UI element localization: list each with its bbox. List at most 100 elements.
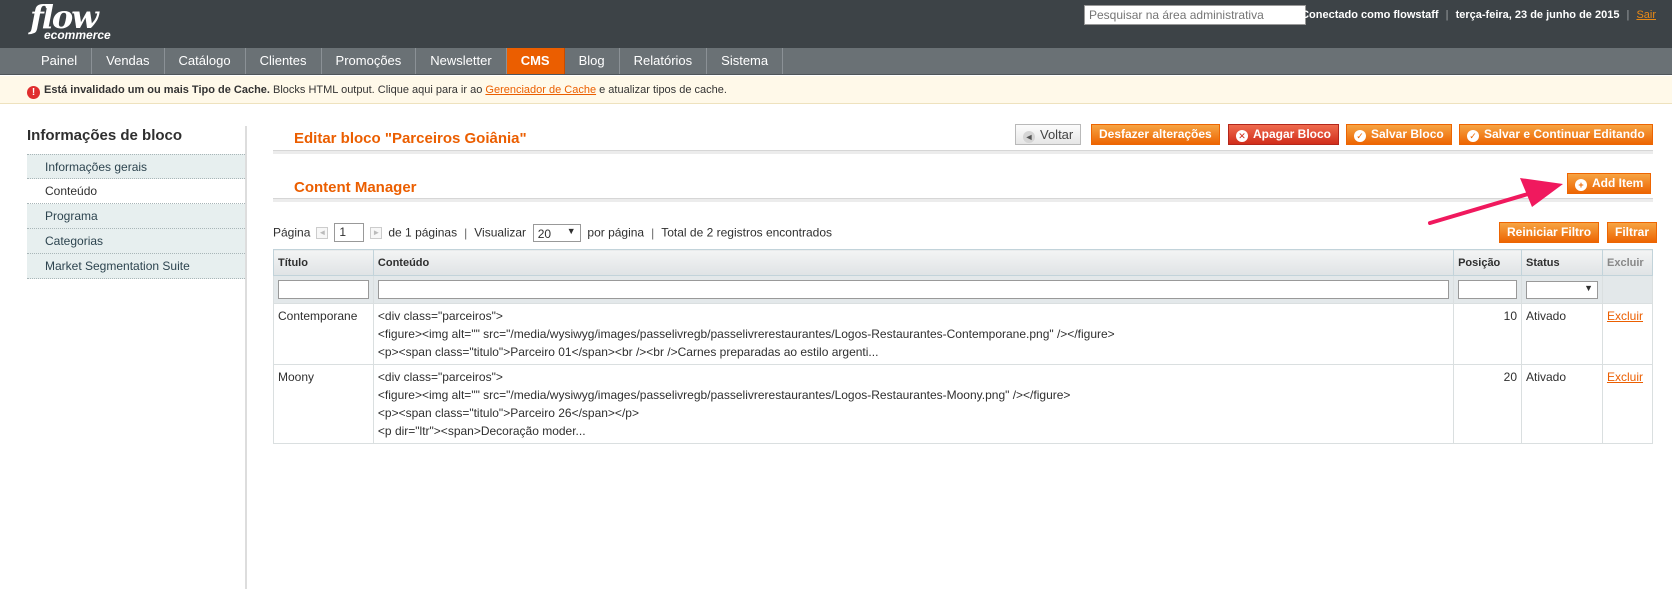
page-title: Editar bloco "Parceiros Goiânia" [294, 130, 527, 147]
content-line: <p><span class="titulo">Parceiro 26</spa… [377, 406, 639, 420]
row-status: Ativado [1521, 303, 1603, 365]
title-divider [273, 150, 1653, 154]
logo-text-ecommerce: ecommerce [44, 28, 111, 42]
column-header-excluir: Excluir [1602, 249, 1653, 276]
per-page-value: 20 [537, 226, 552, 241]
filter-position-input[interactable] [1458, 280, 1517, 299]
chevron-down-icon: ▼ [566, 225, 576, 236]
filter-title-input[interactable] [278, 280, 369, 299]
separator: | [1626, 9, 1630, 21]
delete-button-label: Apagar Bloco [1253, 127, 1332, 141]
column-header-titulo[interactable]: Título [273, 249, 374, 276]
flow-ecommerce-logo[interactable]: flow ecommerce [30, 1, 111, 42]
filter-status-select[interactable]: ▼ [1526, 280, 1598, 299]
row-position: 10 [1453, 303, 1522, 365]
content-line: <p><span class="titulo">Parceiro 01</spa… [377, 345, 879, 359]
sidebar-tabs: Informações gerais Conteúdo Programa Cat… [27, 154, 247, 279]
add-item-button[interactable]: + Add Item [1567, 173, 1652, 194]
delete-block-button[interactable]: ✕ Apagar Bloco [1228, 124, 1340, 145]
row-position: 20 [1453, 364, 1522, 444]
admin-search-input[interactable] [1084, 5, 1306, 25]
nav-item-blog[interactable]: Blog [565, 48, 620, 74]
nav-item-catalogo[interactable]: Catálogo [165, 48, 246, 74]
separator: | [1445, 9, 1449, 21]
nav-item-cms[interactable]: CMS [506, 48, 565, 74]
plus-icon: + [1575, 179, 1587, 191]
tab-informacoes-gerais[interactable]: Informações gerais [27, 154, 247, 179]
section-divider [273, 198, 1653, 202]
column-header-posicao[interactable]: Posição [1453, 249, 1522, 276]
check-icon: ✓ [1467, 130, 1479, 142]
reset-changes-button[interactable]: Desfazer alterações [1091, 124, 1220, 145]
sidebar-title: Informações de bloco [27, 127, 183, 144]
filter-button[interactable]: Filtrar [1607, 222, 1658, 243]
error-icon: ! [27, 86, 40, 99]
check-icon: ✓ [1354, 130, 1366, 142]
admin-header: flow ecommerce Conectado como flowstaff … [0, 0, 1672, 48]
total-records: Total de 2 registros encontrados [661, 225, 832, 240]
reset-filter-button[interactable]: Reiniciar Filtro [1499, 222, 1600, 243]
header-user-info: Conectado como flowstaff | terça-feira, … [1301, 9, 1656, 21]
notice-text-end: e atualizar tipos de cache. [596, 84, 727, 96]
main-nav: Painel Vendas Catálogo Clientes Promoçõe… [0, 48, 1672, 75]
back-button-label: Voltar [1040, 127, 1074, 142]
nav-item-vendas[interactable]: Vendas [92, 48, 165, 74]
prev-page-icon[interactable]: ◄ [316, 226, 329, 239]
grid-pager: Página ◄ 1 ► de 1 páginas | Visualizar 20 ▼ por… [273, 223, 832, 242]
tab-programa[interactable]: Programa [27, 204, 247, 229]
sidebar-divider [245, 126, 247, 589]
content-line: <p dir="ltr"><span>Decoração moder... [377, 424, 586, 438]
row-status: Ativado [1521, 364, 1603, 444]
nav-item-newsletter[interactable]: Newsletter [416, 48, 507, 74]
nav-item-clientes[interactable]: Clientes [246, 48, 322, 74]
pager-separator: | [464, 225, 468, 240]
pager-separator: | [651, 225, 655, 240]
back-arrow-icon: ◄ [1023, 131, 1035, 143]
tab-market-segmentation-suite[interactable]: Market Segmentation Suite [27, 254, 247, 279]
content-line: <div class="parceiros"> [377, 309, 503, 323]
add-item-label: Add Item [1592, 176, 1644, 190]
tab-conteudo[interactable]: Conteúdo [27, 179, 247, 204]
column-header-status[interactable]: Status [1521, 249, 1603, 276]
row-title: Contemporane [273, 303, 374, 365]
content-manager-title: Content Manager [294, 179, 417, 196]
save-button-label: Salvar Bloco [1371, 127, 1444, 141]
nav-item-promocoes[interactable]: Promoções [322, 48, 417, 74]
table-row[interactable]: Contemporane <div class="parceiros"> <fi… [273, 303, 1653, 365]
nav-item-relatorios[interactable]: Relatórios [620, 48, 708, 74]
content-line: <figure><img alt="" src="/media/wysiwyg/… [377, 327, 1115, 341]
nav-item-painel[interactable]: Painel [27, 48, 93, 74]
filter-content-input[interactable] [377, 280, 1450, 299]
cache-notice: ! Está invalidado um ou mais Tipo de Cach… [0, 76, 1672, 104]
logout-link[interactable]: Sair [1636, 9, 1656, 21]
next-page-icon[interactable]: ► [370, 226, 383, 239]
nav-item-sistema[interactable]: Sistema [707, 48, 784, 74]
current-date: terça-feira, 23 de junho de 2015 [1455, 9, 1620, 21]
page-number-input[interactable]: 1 [334, 223, 365, 242]
delete-icon: ✕ [1236, 130, 1248, 142]
per-page-label: por página [587, 225, 645, 240]
content-line: <figure><img alt="" src="/media/wysiwyg/… [377, 388, 1071, 402]
filter-empty-cell [1602, 275, 1653, 304]
row-title: Moony [273, 364, 374, 444]
content-grid: Título Conteúdo Posição Status Excluir ▼… [273, 249, 1653, 444]
notice-bold-text: Está invalidado um ou mais Tipo de Cache… [44, 84, 270, 96]
of-pages-text: de 1 páginas [388, 225, 458, 240]
cache-manager-link[interactable]: Gerenciador de Cache [485, 84, 596, 96]
save-block-button[interactable]: ✓ Salvar Bloco [1346, 124, 1452, 145]
table-row[interactable]: Moony <div class="parceiros"> <figure><i… [273, 364, 1653, 444]
column-header-conteudo[interactable]: Conteúdo [372, 249, 1455, 276]
save-continue-label: Salvar e Continuar Editando [1484, 127, 1645, 141]
chevron-down-icon: ▼ [1584, 282, 1593, 293]
delete-row-link[interactable]: Excluir [1607, 309, 1643, 323]
delete-row-link[interactable]: Excluir [1607, 370, 1643, 384]
back-button[interactable]: ◄ Voltar [1015, 124, 1082, 145]
per-page-select[interactable]: 20 ▼ [532, 223, 581, 242]
save-continue-button[interactable]: ✓ Salvar e Continuar Editando [1459, 124, 1653, 145]
view-label: Visualizar [474, 225, 527, 240]
content-line: <div class="parceiros"> [377, 370, 503, 384]
row-content: <div class="parceiros"> <figure><img alt… [372, 303, 1455, 365]
notice-text: Blocks HTML output. Clique aqui para ir … [269, 84, 486, 96]
page-label: Página [273, 225, 311, 240]
tab-categorias[interactable]: Categorias [27, 229, 247, 254]
